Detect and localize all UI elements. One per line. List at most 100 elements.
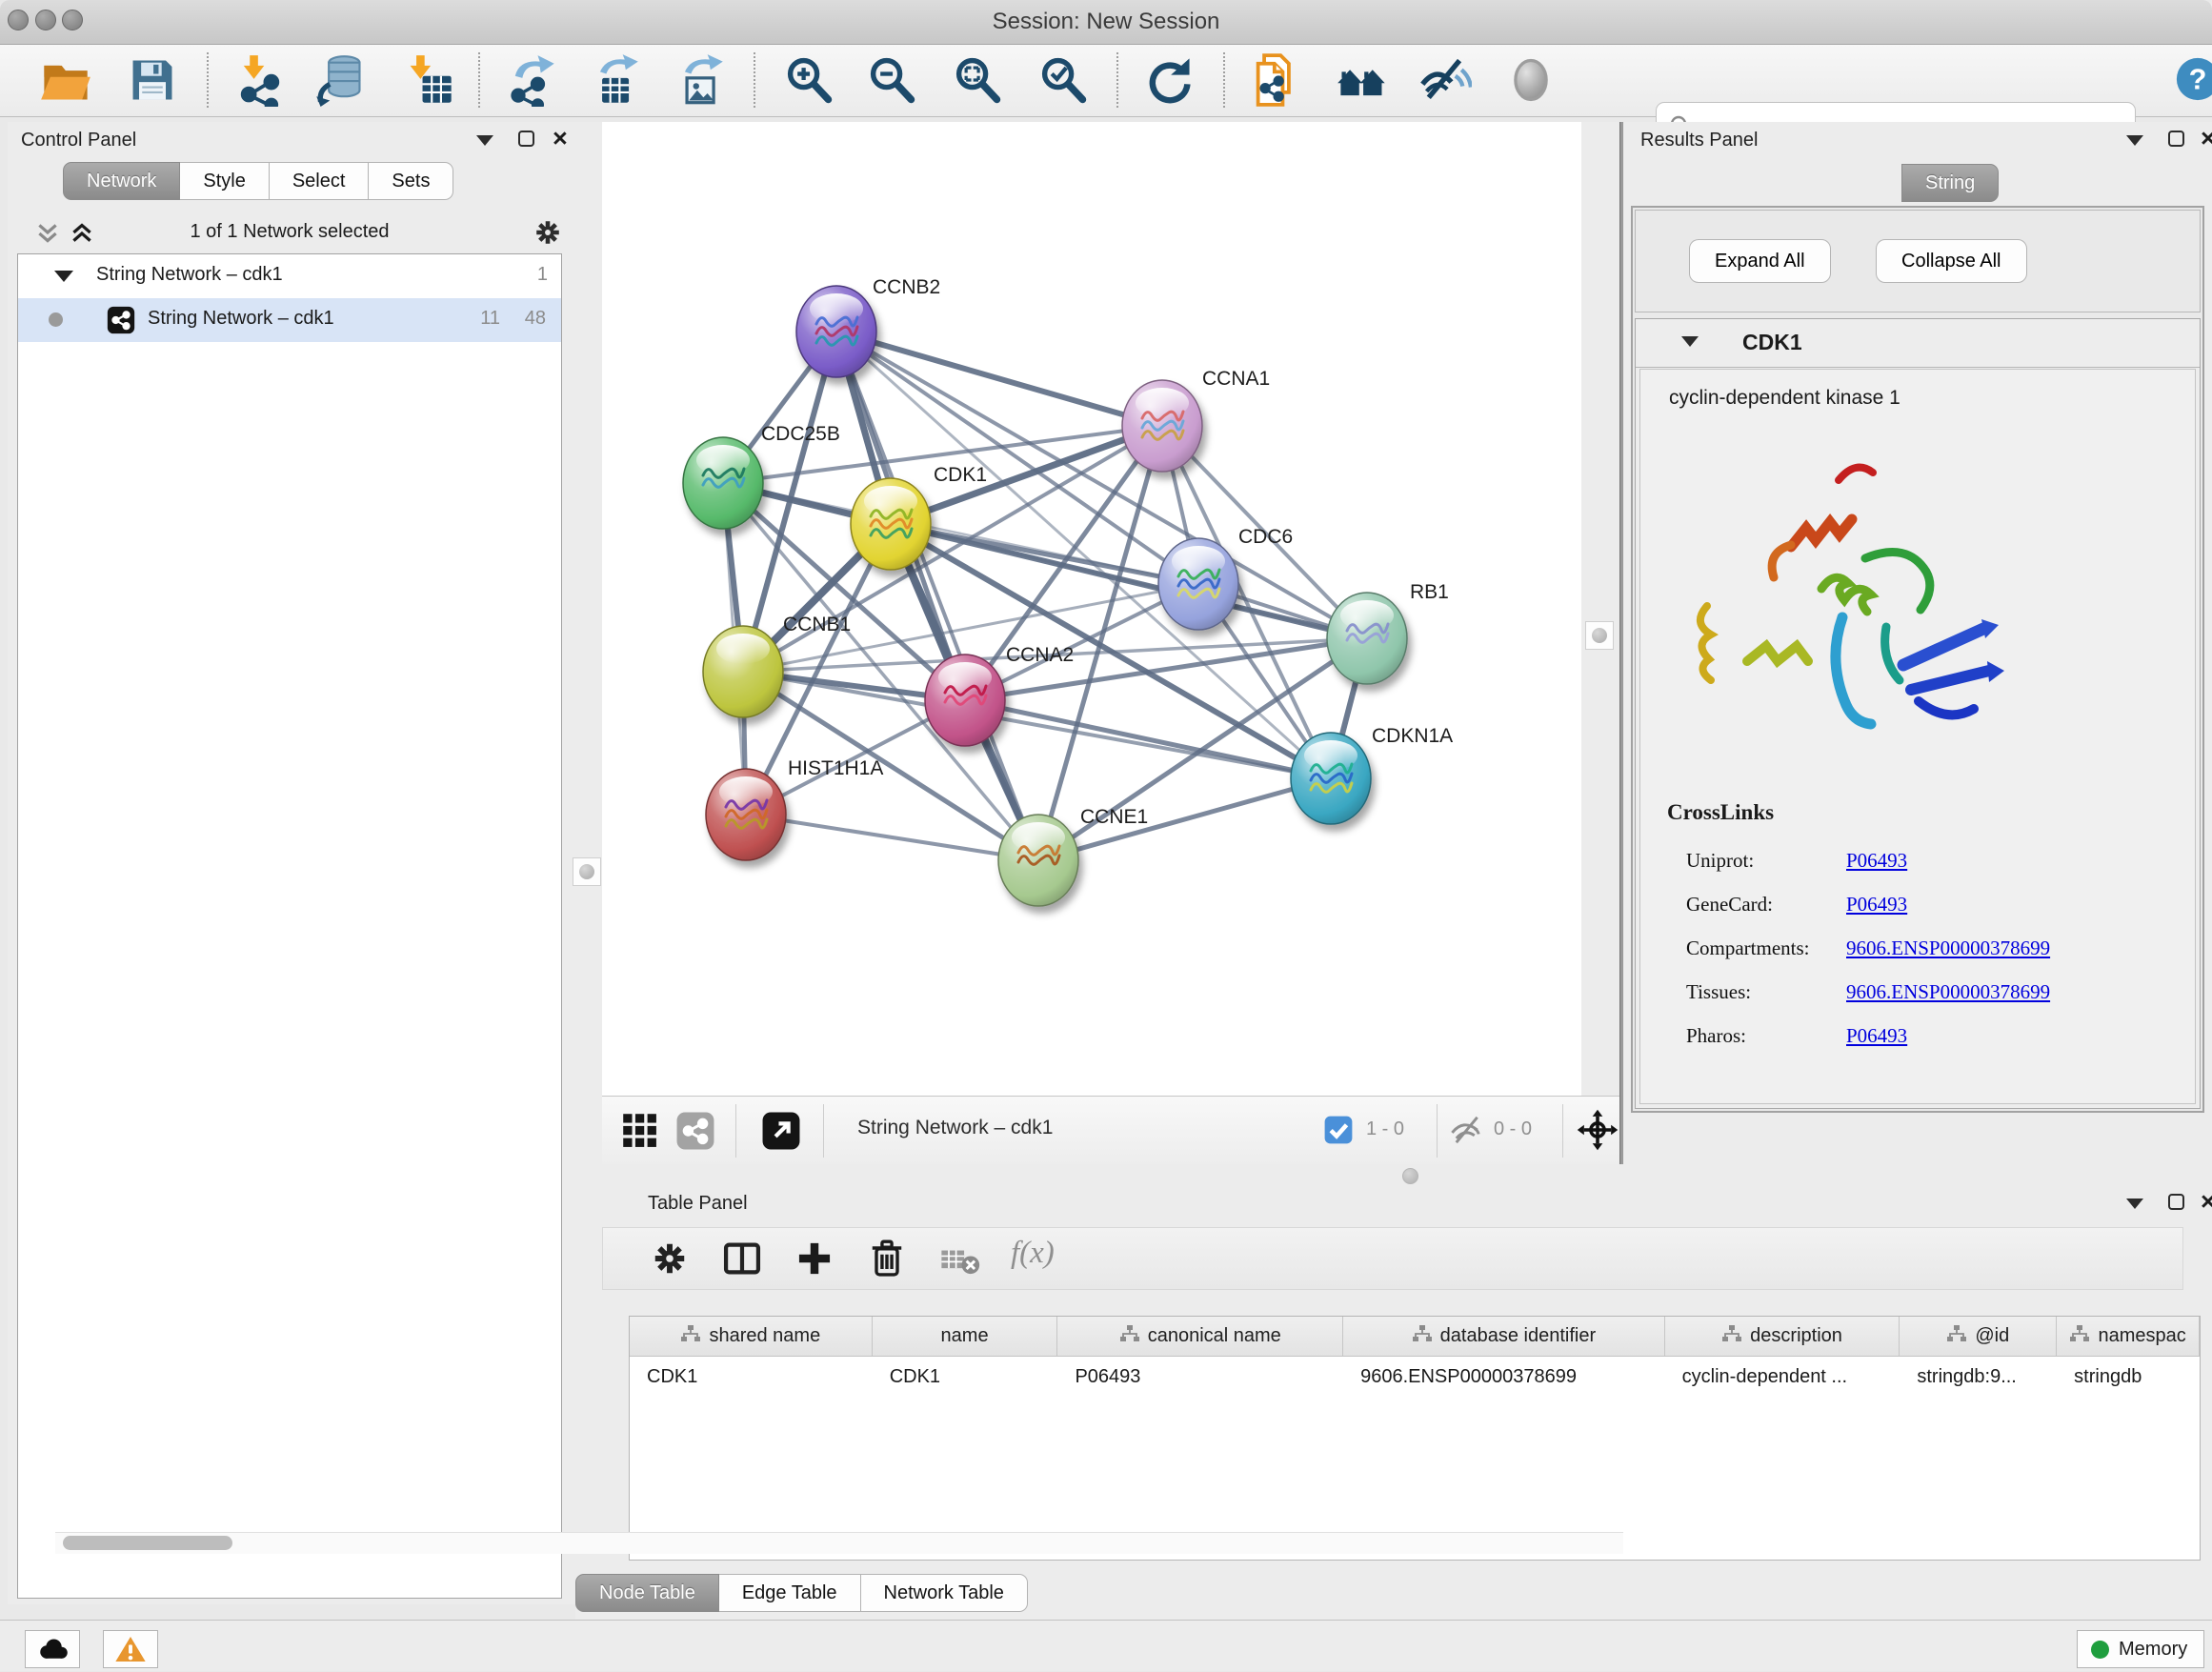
float-panel-icon[interactable] — [2168, 1194, 2184, 1210]
network-edge-CCNB2-CCNE1[interactable] — [836, 332, 1038, 860]
cdk1-section-header[interactable]: CDK1 — [1636, 319, 2200, 368]
close-panel-icon[interactable]: × — [553, 131, 568, 147]
table-horizontal-scrollbar[interactable] — [55, 1532, 1623, 1554]
tab-edge-table[interactable]: Edge Table — [719, 1574, 861, 1612]
network-node-CDKN1A[interactable]: CDKN1A — [1291, 725, 1453, 824]
status-bar: Memory — [0, 1620, 2212, 1671]
float-panel-icon[interactable] — [2168, 131, 2184, 147]
tab-select[interactable]: Select — [270, 162, 370, 200]
open-folder-icon[interactable] — [39, 53, 92, 107]
right-splitter-handle[interactable] — [1585, 621, 1614, 650]
zoom-fit-icon[interactable] — [951, 53, 1004, 107]
crosslink-link[interactable]: P06493 — [1846, 849, 1907, 873]
import-database-icon[interactable] — [313, 53, 367, 107]
network-collection-row[interactable]: String Network – cdk1 1 — [18, 254, 561, 298]
delete-column-icon[interactable] — [866, 1238, 908, 1279]
help-icon[interactable]: ? — [2174, 55, 2212, 103]
selected-checkbox-icon[interactable] — [1322, 1114, 1355, 1146]
gear-icon[interactable] — [532, 216, 564, 249]
add-column-icon[interactable] — [794, 1238, 835, 1279]
move-crosshair-icon[interactable] — [1576, 1108, 1619, 1152]
column-header-name[interactable]: name — [873, 1317, 1058, 1356]
gear-icon[interactable] — [649, 1238, 691, 1279]
zoom-out-icon[interactable] — [865, 53, 918, 107]
network-row[interactable]: String Network – cdk1 11 48 — [18, 298, 561, 342]
network-canvas[interactable]: CCNB2CCNA1CDC25BCDK1CDC6RB1CCNB1CCNA2CDK… — [602, 122, 1581, 1096]
table-cell[interactable]: P06493 — [1057, 1357, 1343, 1398]
tab-style[interactable]: Style — [180, 162, 269, 200]
cloud-status-button[interactable] — [25, 1630, 80, 1668]
collapse-panel-icon[interactable] — [2126, 1199, 2143, 1209]
close-panel-icon[interactable]: × — [2201, 1194, 2212, 1210]
table-cell[interactable]: stringdb:9... — [1900, 1357, 2057, 1398]
detach-view-icon[interactable] — [760, 1110, 802, 1152]
table-row[interactable]: CDK1CDK1P064939606.ENSP00000378699cyclin… — [630, 1357, 2200, 1398]
share-document-icon[interactable] — [1250, 53, 1303, 107]
network-edge-CCNB2-CCNA1[interactable] — [836, 332, 1162, 426]
column-header-shared-name[interactable]: shared name — [630, 1317, 873, 1356]
scrollbar-thumb[interactable] — [63, 1536, 232, 1550]
node-label-RB1: RB1 — [1410, 581, 1449, 603]
column-header-database-identifier[interactable]: database identifier — [1343, 1317, 1665, 1356]
tree-expand-icon[interactable] — [54, 271, 73, 282]
horizontal-splitter-handle[interactable] — [1402, 1168, 1418, 1184]
crosslinks-title: CrossLinks — [1667, 800, 1774, 825]
close-panel-icon[interactable]: × — [2201, 131, 2212, 147]
crosslink-link[interactable]: 9606.ENSP00000378699 — [1846, 937, 2050, 960]
left-splitter-handle[interactable] — [573, 857, 601, 886]
grid-view-icon[interactable] — [619, 1110, 661, 1152]
zoom-in-icon[interactable] — [782, 53, 835, 107]
network-node-CCNA1[interactable]: CCNA1 — [1122, 368, 1270, 472]
expand-all-button[interactable]: Expand All — [1689, 239, 1831, 283]
network-node-RB1[interactable]: RB1 — [1327, 581, 1449, 684]
zoom-selected-icon[interactable] — [1036, 53, 1090, 107]
node-label-CCNB1: CCNB1 — [783, 614, 851, 635]
selected-counts: 1 - 0 — [1366, 1118, 1404, 1140]
tab-string[interactable]: String — [1901, 164, 1999, 202]
export-network-icon[interactable] — [505, 53, 558, 107]
table-cell[interactable]: CDK1 — [873, 1357, 1058, 1398]
column-header-description[interactable]: description — [1665, 1317, 1900, 1356]
network-node-CDC25B[interactable]: CDC25B — [683, 423, 840, 529]
table-cell[interactable]: 9606.ENSP00000378699 — [1343, 1357, 1665, 1398]
tab-network-table[interactable]: Network Table — [861, 1574, 1028, 1612]
float-panel-icon[interactable] — [518, 131, 534, 147]
collapse-panel-icon[interactable] — [476, 135, 493, 146]
eye-sphere-icon[interactable] — [1504, 53, 1558, 107]
import-network-icon[interactable] — [233, 53, 287, 107]
table-cell[interactable]: stringdb — [2057, 1357, 2200, 1398]
node-label-HIST1H1A: HIST1H1A — [788, 757, 883, 779]
column-header-@id[interactable]: @id — [1900, 1317, 2057, 1356]
export-table-icon[interactable] — [588, 53, 641, 107]
export-image-icon[interactable] — [673, 53, 726, 107]
crosslink-label: GeneCard: — [1686, 893, 1846, 917]
network-edge-HIST1H1A-CCNE1[interactable] — [746, 815, 1038, 860]
network-node-HIST1H1A[interactable]: HIST1H1A — [706, 757, 883, 860]
crosslink-link[interactable]: 9606.ENSP00000378699 — [1846, 980, 2050, 1004]
home-pair-icon[interactable] — [1336, 53, 1389, 107]
collapse-panel-icon[interactable] — [2126, 135, 2143, 146]
hidden-eye-slash-icon[interactable] — [1448, 1112, 1484, 1148]
tab-sets[interactable]: Sets — [369, 162, 453, 200]
warning-status-button[interactable] — [103, 1630, 158, 1668]
table-cell[interactable]: cyclin-dependent ... — [1665, 1357, 1900, 1398]
tab-network[interactable]: Network — [63, 162, 180, 200]
columns-icon[interactable] — [721, 1238, 763, 1279]
network-node-CDK1[interactable]: CDK1 — [851, 464, 987, 570]
tab-node-table[interactable]: Node Table — [575, 1574, 719, 1612]
save-icon[interactable] — [126, 53, 179, 107]
collapse-all-button[interactable]: Collapse All — [1876, 239, 2027, 283]
hide-eye-icon[interactable] — [1418, 53, 1472, 107]
network-edge-CCNA2-CDKN1A[interactable] — [965, 700, 1331, 778]
column-header-canonical-name[interactable]: canonical name — [1057, 1317, 1343, 1356]
column-header-namespac[interactable]: namespac — [2057, 1317, 2200, 1356]
section-collapse-icon[interactable] — [1681, 336, 1699, 347]
network-view-icon[interactable] — [674, 1110, 716, 1152]
memory-button[interactable]: Memory — [2077, 1630, 2204, 1668]
table-cell[interactable]: CDK1 — [630, 1357, 873, 1398]
refresh-icon[interactable] — [1142, 53, 1196, 107]
crosslink-link[interactable]: P06493 — [1846, 1024, 1907, 1048]
network-node-CCNE1[interactable]: CCNE1 — [998, 806, 1148, 906]
crosslink-link[interactable]: P06493 — [1846, 893, 1907, 917]
import-table-icon[interactable] — [402, 53, 455, 107]
